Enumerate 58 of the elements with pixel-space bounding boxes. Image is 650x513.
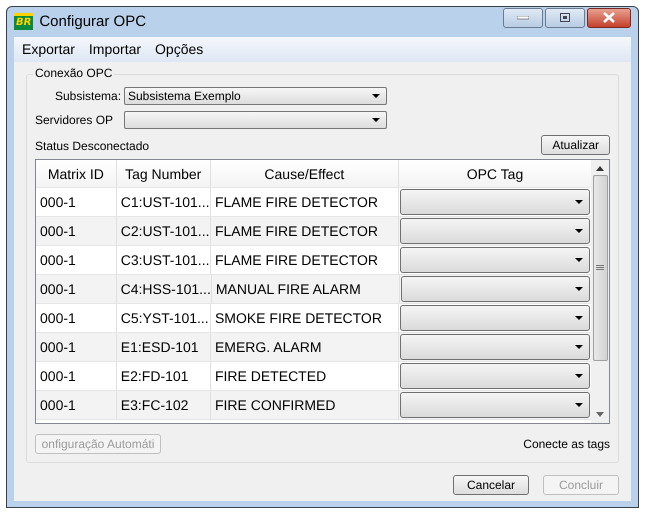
menu-item[interactable]: Importar: [88, 41, 142, 58]
column-header[interactable]: Cause/Effect: [210, 160, 399, 188]
caret-icon: [575, 229, 583, 233]
close-icon: [603, 12, 615, 24]
caret-icon: [575, 374, 583, 378]
table-cell: 000-1: [36, 217, 117, 246]
opc-tag-dropdown[interactable]: [400, 218, 590, 244]
table-cell: C4:HSS-101...: [116, 275, 212, 304]
window-title: Configurar OPC: [39, 13, 146, 30]
caret-icon: [575, 403, 583, 407]
menu-item[interactable]: Exportar: [22, 41, 75, 58]
scrollbar-thumb[interactable]: [592, 175, 608, 361]
group-title: Conexão OPC: [33, 66, 114, 80]
scroll-up-icon[interactable]: [596, 166, 604, 171]
menu-item[interactable]: Opções: [155, 41, 204, 58]
opc-tag-dropdown[interactable]: [400, 392, 590, 418]
caret-icon: [575, 258, 583, 262]
opc-tag-dropdown[interactable]: [400, 189, 590, 215]
column-header[interactable]: Matrix ID: [36, 160, 117, 188]
field-label: Servidores OP: [35, 113, 114, 127]
caret-icon: [575, 316, 583, 320]
dialog-button[interactable]: Cancelar: [453, 475, 529, 495]
column-header[interactable]: Tag Number: [116, 160, 211, 188]
hint-text: Conecte as tags: [523, 437, 610, 451]
table-cell: EMERG. ALARM: [210, 333, 400, 362]
refresh-button[interactable]: Atualizar: [541, 135, 610, 155]
table-cell: C2:UST-101...: [116, 217, 211, 246]
table-cell: E1:ESD-101: [116, 333, 211, 362]
opc-tag-dropdown[interactable]: [400, 363, 590, 389]
minimize-button[interactable]: [503, 8, 543, 28]
table-cell: MANUAL FIRE ALARM: [212, 275, 400, 304]
minimize-icon: [517, 16, 529, 20]
subsystem-dropdown[interactable]: Subsistema Exemplo: [124, 87, 387, 105]
caret-icon: [372, 94, 380, 98]
opc-tag-dropdown[interactable]: [400, 305, 590, 331]
maximize-button[interactable]: [545, 8, 585, 28]
caret-icon: [575, 287, 583, 291]
table-cell: E3:FC-102: [116, 391, 211, 420]
table-cell: 000-1: [36, 391, 117, 420]
table-cell: 000-1: [36, 275, 117, 304]
caret-icon: [372, 118, 380, 122]
table-cell: 000-1: [36, 333, 117, 362]
opc-tag-dropdown[interactable]: [400, 247, 590, 273]
opc-tag-dropdown[interactable]: [400, 334, 590, 360]
scroll-down-icon[interactable]: [596, 412, 604, 417]
maximize-icon: [560, 13, 570, 22]
logo-icon: BR: [14, 13, 34, 30]
caret-icon: [575, 345, 583, 349]
scrollbar[interactable]: [591, 160, 609, 423]
table-cell: FLAME FIRE DETECTOR: [210, 217, 400, 246]
grip-icon: [596, 265, 604, 271]
close-button[interactable]: [587, 8, 631, 28]
caret-icon: [575, 200, 583, 204]
table-cell: FIRE CONFIRMED: [210, 391, 400, 420]
opc-tag-dropdown[interactable]: [400, 276, 590, 302]
server-dropdown[interactable]: [124, 111, 387, 129]
status-text: Status Desconectado: [35, 139, 150, 155]
field-label: Subsistema:: [55, 89, 122, 103]
